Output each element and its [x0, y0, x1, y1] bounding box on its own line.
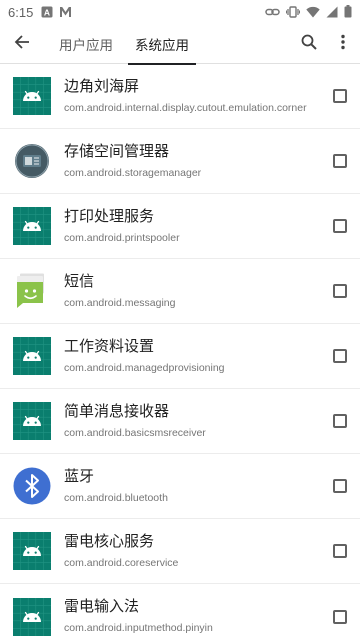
app-package: com.android.inputmethod.pinyin	[64, 622, 213, 634]
select-checkbox[interactable]	[333, 284, 347, 298]
select-checkbox[interactable]	[333, 414, 347, 428]
select-checkbox[interactable]	[333, 479, 347, 493]
search-button[interactable]	[292, 24, 326, 64]
app-name: 工作资料设置	[64, 337, 155, 355]
app-texts: 打印处理服务 com.android.printspooler	[64, 207, 325, 246]
arrow-left-icon	[14, 34, 30, 54]
select-checkbox[interactable]	[333, 89, 347, 103]
app-row[interactable]: 边角刘海屏 com.android.internal.display.cutout…	[0, 64, 360, 129]
app-row[interactable]: 雷电核心服务 com.android.coreservice	[0, 519, 360, 584]
app-name: 短信	[64, 272, 95, 290]
app-texts: 存储空间管理器 com.android.storagemanager	[64, 142, 325, 181]
app-texts: 简单消息接收器 com.android.basicsmsreceiver	[64, 402, 325, 441]
storage-manager-icon	[13, 142, 51, 180]
app-package: com.android.messaging	[64, 296, 176, 309]
android-robot-icon	[13, 207, 51, 245]
back-button[interactable]	[0, 24, 44, 64]
select-checkbox[interactable]	[333, 349, 347, 363]
more-vert-icon	[340, 34, 346, 54]
app-package: com.android.internal.display.cutout.emul…	[64, 101, 307, 114]
app-type-tabs: 用户应用 系统应用	[52, 24, 196, 65]
app-texts: 边角刘海屏 com.android.internal.display.cutout…	[64, 77, 325, 116]
select-checkbox[interactable]	[333, 609, 347, 624]
bluetooth-icon	[13, 467, 51, 505]
app-name: 雷电核心服务	[64, 532, 155, 550]
battery-icon	[344, 3, 352, 22]
app-list[interactable]: 边角刘海屏 com.android.internal.display.cutout…	[0, 64, 360, 640]
app-texts: 蓝牙 com.android.bluetooth	[64, 467, 325, 506]
app-row[interactable]: 打印处理服务 com.android.printspooler	[0, 194, 360, 259]
app-row[interactable]: 简单消息接收器 com.android.basicsmsreceiver	[0, 389, 360, 454]
app-texts: 工作资料设置 com.android.managedprovisioning	[64, 337, 325, 376]
android-robot-icon	[13, 337, 51, 375]
mail-m-icon	[59, 3, 72, 22]
search-icon	[301, 34, 317, 54]
app-bar-actions	[292, 24, 360, 64]
messaging-icon	[13, 272, 51, 310]
app-package: com.android.bluetooth	[64, 491, 168, 504]
link-icon	[265, 3, 280, 22]
vibrate-icon	[286, 3, 300, 22]
app-bar: 用户应用 系统应用	[0, 24, 360, 65]
app-package: com.android.storagemanager	[64, 166, 202, 179]
android-robot-icon	[13, 77, 51, 115]
app-package: com.android.managedprovisioning	[64, 361, 225, 374]
signal-icon	[326, 3, 338, 22]
app-row[interactable]: 工作资料设置 com.android.managedprovisioning	[0, 324, 360, 389]
app-row[interactable]: 存储空间管理器 com.android.storagemanager	[0, 129, 360, 194]
app-package: com.android.basicsmsreceiver	[64, 426, 206, 439]
app-texts: 雷电核心服务 com.android.coreservice	[64, 532, 325, 571]
status-time: 6:15	[8, 4, 34, 20]
a-icon: A	[41, 3, 53, 22]
app-name: 蓝牙	[64, 467, 95, 485]
tab-system-apps[interactable]: 系统应用	[128, 24, 196, 65]
app-row[interactable]: 短信 com.android.messaging	[0, 259, 360, 324]
app-name: 打印处理服务	[64, 207, 155, 225]
app-texts: 雷电输入法 com.android.inputmethod.pinyin	[64, 597, 325, 636]
android-robot-icon	[13, 532, 51, 570]
android-robot-icon	[13, 402, 51, 440]
android-robot-icon	[13, 597, 51, 636]
more-options-button[interactable]	[326, 24, 360, 64]
select-checkbox[interactable]	[333, 219, 347, 233]
app-name: 边角刘海屏	[64, 77, 140, 95]
app-row[interactable]: 雷电输入法 com.android.inputmethod.pinyin	[0, 584, 360, 640]
app-name: 简单消息接收器	[64, 402, 170, 420]
app-package: com.android.printspooler	[64, 231, 180, 244]
app-row[interactable]: 蓝牙 com.android.bluetooth	[0, 454, 360, 519]
app-name: 雷电输入法	[64, 598, 140, 615]
select-checkbox[interactable]	[333, 544, 347, 558]
select-checkbox[interactable]	[333, 154, 347, 168]
app-texts: 短信 com.android.messaging	[64, 272, 325, 311]
app-package: com.android.coreservice	[64, 556, 179, 569]
wifi-icon	[306, 3, 320, 22]
tab-user-apps[interactable]: 用户应用	[52, 24, 120, 64]
status-bar: 6:15 A	[0, 0, 360, 24]
app-name: 存储空间管理器	[64, 142, 170, 160]
status-right-icons	[265, 0, 352, 24]
status-left-icons: A	[41, 3, 72, 22]
svg-text:A: A	[44, 7, 50, 17]
